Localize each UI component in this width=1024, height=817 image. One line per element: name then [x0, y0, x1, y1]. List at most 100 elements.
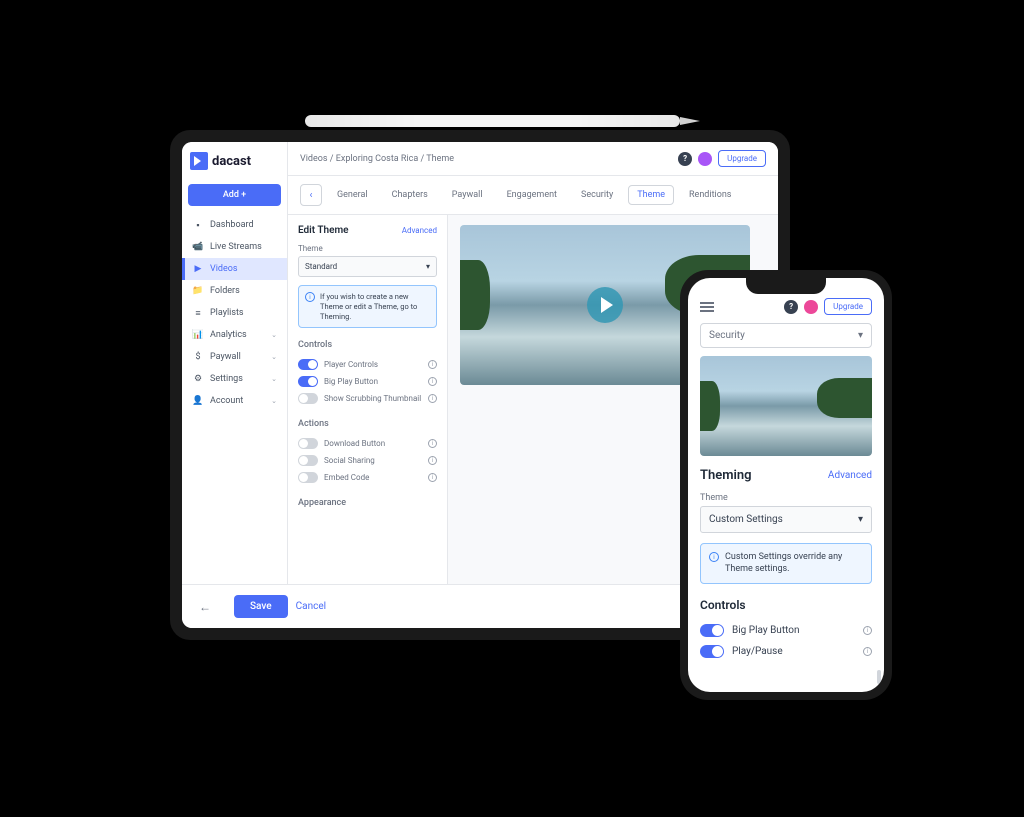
- nav-label: Analytics: [210, 330, 247, 340]
- toggle[interactable]: [298, 393, 318, 404]
- nav-label: Paywall: [210, 352, 241, 362]
- avatar[interactable]: [698, 152, 712, 166]
- tab-theme[interactable]: Theme: [628, 185, 674, 205]
- chevron-down-icon: ▾: [426, 262, 430, 271]
- sidebar-item-settings[interactable]: ⚙ Settings ⌄: [182, 368, 287, 390]
- video-preview: [700, 356, 872, 456]
- preview-decoration: [460, 260, 490, 330]
- upgrade-button[interactable]: Upgrade: [824, 298, 872, 315]
- sidebar-item-videos[interactable]: ▶ Videos: [182, 258, 287, 280]
- play-button[interactable]: [587, 287, 623, 323]
- nav-label: Settings: [210, 374, 243, 384]
- section-title: Theming: [700, 468, 752, 483]
- phone-notch: [746, 278, 826, 294]
- help-icon[interactable]: ?: [784, 300, 798, 314]
- tab-paywall[interactable]: Paywall: [443, 185, 492, 205]
- info-icon[interactable]: i: [428, 377, 437, 386]
- add-button[interactable]: Add +: [188, 184, 281, 206]
- info-icon: i: [305, 292, 315, 302]
- toggle-big-play-button: Big Play Buttoni: [700, 620, 872, 641]
- breadcrumb-item[interactable]: Exploring Costa Rica: [336, 154, 419, 164]
- nav-label: Dashboard: [210, 220, 254, 230]
- brand-name: dacast: [212, 154, 251, 169]
- toggle-play-pause: Play/Pausei: [700, 641, 872, 662]
- toggle[interactable]: [298, 472, 318, 483]
- scrollbar[interactable]: [877, 670, 881, 684]
- info-icon[interactable]: i: [863, 626, 872, 635]
- dashboard-icon: ▪: [192, 220, 204, 230]
- theme-select[interactable]: Custom Settings▾: [700, 506, 872, 533]
- save-button[interactable]: Save: [234, 595, 288, 618]
- edit-panel: Edit Theme Advanced Theme Standard▾ i If…: [288, 215, 448, 584]
- sidebar-item-folders[interactable]: 📁 Folders: [182, 280, 287, 302]
- toggle[interactable]: [298, 438, 318, 449]
- chevron-down-icon: ⌄: [271, 375, 277, 383]
- toggle-big-play-button: Big Play Buttoni: [298, 373, 437, 390]
- breadcrumb-bar: Videos / Exploring Costa Rica / Theme ? …: [288, 142, 778, 176]
- preview-decoration: [817, 378, 872, 418]
- tab-chapters[interactable]: Chapters: [383, 185, 437, 205]
- stylus: [305, 115, 680, 127]
- info-text: If you wish to create a new Theme or edi…: [320, 292, 430, 321]
- help-icon[interactable]: ?: [678, 152, 692, 166]
- tab-security[interactable]: Security: [572, 185, 622, 205]
- toggle[interactable]: [298, 455, 318, 466]
- info-icon[interactable]: i: [428, 394, 437, 403]
- play-icon: ▶: [192, 264, 204, 274]
- sidebar-item-dashboard[interactable]: ▪ Dashboard: [182, 214, 287, 236]
- toggle-scrubbing-thumbnail: Show Scrubbing Thumbnaili: [298, 390, 437, 407]
- tab-engagement[interactable]: Engagement: [498, 185, 566, 205]
- menu-icon[interactable]: [700, 302, 714, 312]
- sidebar-item-paywall[interactable]: $Paywall⌄: [182, 346, 287, 368]
- tab-renditions[interactable]: Renditions: [680, 185, 740, 205]
- chevron-down-icon: ▾: [858, 330, 863, 341]
- nav-label: Folders: [210, 286, 240, 296]
- list-icon: ≡: [192, 308, 204, 318]
- back-button[interactable]: ‹: [300, 184, 322, 206]
- chevron-down-icon: ⌄: [271, 397, 277, 405]
- phone-content: Theming Advanced Theme Custom Settings▾ …: [688, 456, 884, 692]
- logo-icon: [190, 152, 208, 170]
- theme-select[interactable]: Standard▾: [298, 256, 437, 277]
- sidebar: dacast Add + ▪ Dashboard 📹Live Streams ▶ V…: [182, 142, 288, 584]
- sidebar-item-account[interactable]: 👤 Account ⌄: [182, 390, 287, 412]
- advanced-link[interactable]: Advanced: [402, 226, 437, 235]
- theme-label: Theme: [298, 244, 437, 253]
- actions-section: Actions: [298, 419, 437, 429]
- cancel-button[interactable]: Cancel: [296, 601, 326, 612]
- breadcrumb-item[interactable]: Videos: [300, 154, 328, 164]
- user-icon: 👤: [192, 396, 204, 406]
- tab-general[interactable]: General: [328, 185, 377, 205]
- section-select[interactable]: Security▾: [700, 323, 872, 348]
- toggle-player-controls: Player Controlsi: [298, 356, 437, 373]
- theme-label: Theme: [700, 493, 872, 503]
- info-icon[interactable]: i: [428, 439, 437, 448]
- chart-icon: 📊: [192, 330, 204, 340]
- advanced-link[interactable]: Advanced: [828, 470, 872, 481]
- sidebar-item-live-streams[interactable]: 📹Live Streams: [182, 236, 287, 258]
- info-icon[interactable]: i: [428, 360, 437, 369]
- toggle[interactable]: [700, 624, 724, 637]
- avatar[interactable]: [804, 300, 818, 314]
- collapse-button[interactable]: ←: [196, 598, 214, 616]
- phone-device: ? Upgrade Security▾ Theming Advanced The…: [680, 270, 892, 700]
- toggle[interactable]: [700, 645, 724, 658]
- folder-icon: 📁: [192, 286, 204, 296]
- upgrade-button[interactable]: Upgrade: [718, 150, 766, 167]
- dollar-icon: $: [192, 352, 204, 362]
- preview-decoration: [700, 381, 720, 431]
- info-icon[interactable]: i: [863, 647, 872, 656]
- gear-icon: ⚙: [192, 374, 204, 384]
- nav-label: Account: [210, 396, 243, 406]
- sidebar-item-analytics[interactable]: 📊 Analytics ⌄: [182, 324, 287, 346]
- controls-section: Controls: [700, 598, 872, 612]
- nav-label: Videos: [210, 264, 238, 274]
- toggle[interactable]: [298, 376, 318, 387]
- info-icon[interactable]: i: [428, 456, 437, 465]
- breadcrumb: Videos / Exploring Costa Rica / Theme: [300, 154, 454, 164]
- sidebar-item-playlists[interactable]: ≡Playlists: [182, 302, 287, 324]
- logo: dacast: [182, 142, 287, 180]
- info-icon[interactable]: i: [428, 473, 437, 482]
- chevron-down-icon: ⌄: [271, 331, 277, 339]
- toggle[interactable]: [298, 359, 318, 370]
